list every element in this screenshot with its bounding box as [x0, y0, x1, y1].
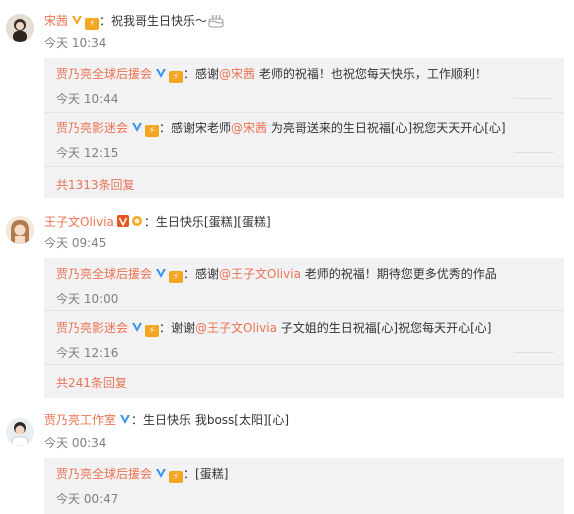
reply-item: 贾乃亮全球后援会 ⚡ ：感谢@王子文Olivia 老师的祝福！期待您更多优秀的作品 … — [44, 258, 564, 311]
vip-badge-icon: ⚡ — [145, 325, 160, 337]
verified-v-icon — [156, 269, 167, 278]
reply-author[interactable]: 贾乃亮影迷会 — [56, 321, 128, 335]
reply-text: 为亮哥送来的生日祝福[心]祝您天天开心[心] — [267, 121, 506, 135]
reply-box: 贾乃亮全球后援会 ⚡ ：[蛋糕] 今天 00:47 — [44, 458, 564, 514]
avatar[interactable] — [6, 14, 34, 42]
reply-text: ：[蛋糕] — [183, 467, 229, 481]
more-replies-link[interactable]: 共241条回复 — [56, 374, 127, 391]
reply-author[interactable]: 贾乃亮影迷会 — [56, 121, 128, 135]
verified-v-icon — [132, 123, 143, 132]
vip-badge-icon: ⚡ — [169, 71, 184, 83]
medal-icon — [131, 216, 142, 226]
reply-text: 老师的祝福！期待您更多优秀的作品 — [300, 267, 497, 281]
comment-time: 今天 00:34 — [44, 436, 107, 450]
mention-link[interactable]: @王子文Olivia — [219, 267, 301, 281]
reply-time: 今天 12:15 — [56, 146, 119, 160]
reply-time: 今天 12:16 — [56, 346, 119, 360]
reply-box: 贾乃亮全球后援会 ⚡ ：感谢@王子文Olivia 老师的祝福！期待您更多优秀的作品 … — [44, 258, 564, 398]
reply-text: ：感谢 — [183, 67, 220, 81]
verified-v-icon — [132, 323, 143, 332]
reply-author[interactable]: 贾乃亮全球后援会 — [56, 267, 152, 281]
mention-link[interactable]: @宋茜 — [231, 121, 267, 135]
comment-author[interactable]: 宋茜 — [44, 14, 68, 28]
reply-time: 今天 10:00 — [56, 292, 119, 306]
reply-text: ：感谢宋老师 — [159, 121, 232, 135]
comment-text: ：生日快乐[蛋糕][蛋糕] — [143, 215, 271, 229]
comment-text: ：生日快乐 我boss[太阳][心] — [131, 413, 290, 427]
verified-v-icon — [120, 415, 131, 424]
reply-item: 贾乃亮影迷会 ⚡ ：感谢宋老师@宋茜 为亮哥送来的生日祝福[心]祝您天天开心[心] … — [44, 114, 564, 167]
vip-badge-icon: ⚡ — [85, 18, 100, 30]
verified-v-icon — [116, 215, 129, 227]
comment-time: 今天 10:34 — [44, 36, 107, 50]
reply-item: 贾乃亮影迷会 ⚡ ：谢谢@王子文Olivia 子文姐的生日祝福[心]祝您每天开心[心… — [44, 312, 564, 365]
verified-v-icon — [156, 69, 167, 78]
reply-time: 今天 10:44 — [56, 92, 119, 106]
reply-item: 贾乃亮全球后援会 ⚡ ：[蛋糕] 今天 00:47 — [44, 458, 564, 514]
reply-item: 贾乃亮全球后援会 ⚡ ：感谢@宋茜 老师的祝福！也祝您每天快乐，工作顺利！ 今天 1… — [44, 58, 564, 113]
vip-badge-icon: ⚡ — [145, 125, 160, 137]
avatar[interactable] — [6, 216, 34, 244]
avatar[interactable] — [6, 418, 34, 446]
mention-link[interactable]: @宋茜 — [219, 67, 255, 81]
reply-text: 老师的祝福！也祝您每天快乐，工作顺利！ — [255, 67, 487, 81]
cake-emoji-icon — [208, 15, 224, 28]
reply-author[interactable]: 贾乃亮全球后援会 — [56, 467, 152, 481]
verified-v-icon — [156, 469, 167, 478]
vip-badge-icon: ⚡ — [169, 471, 184, 483]
reply-text: ：谢谢 — [159, 321, 196, 335]
mention-link[interactable]: @王子文Olivia — [195, 321, 277, 335]
reply-box: 贾乃亮全球后援会 ⚡ ：感谢@宋茜 老师的祝福！也祝您每天快乐，工作顺利！ 今天 1… — [44, 58, 564, 198]
comment-time: 今天 09:45 — [44, 236, 107, 250]
comment-text: ：祝我哥生日快乐～ — [99, 14, 208, 28]
comment-author[interactable]: 王子文Olivia — [44, 215, 114, 229]
reply-text: 子文姐的生日祝福[心]祝您每天开心[心] — [276, 321, 492, 335]
comment-author[interactable]: 贾乃亮工作室 — [44, 413, 116, 427]
vip-badge-icon: ⚡ — [169, 271, 184, 283]
verified-v-icon — [72, 16, 83, 25]
reply-text: ：感谢 — [183, 267, 220, 281]
reply-author[interactable]: 贾乃亮全球后援会 — [56, 67, 152, 81]
reply-time: 今天 00:47 — [56, 492, 119, 506]
more-replies-link[interactable]: 共1313条回复 — [56, 176, 135, 193]
